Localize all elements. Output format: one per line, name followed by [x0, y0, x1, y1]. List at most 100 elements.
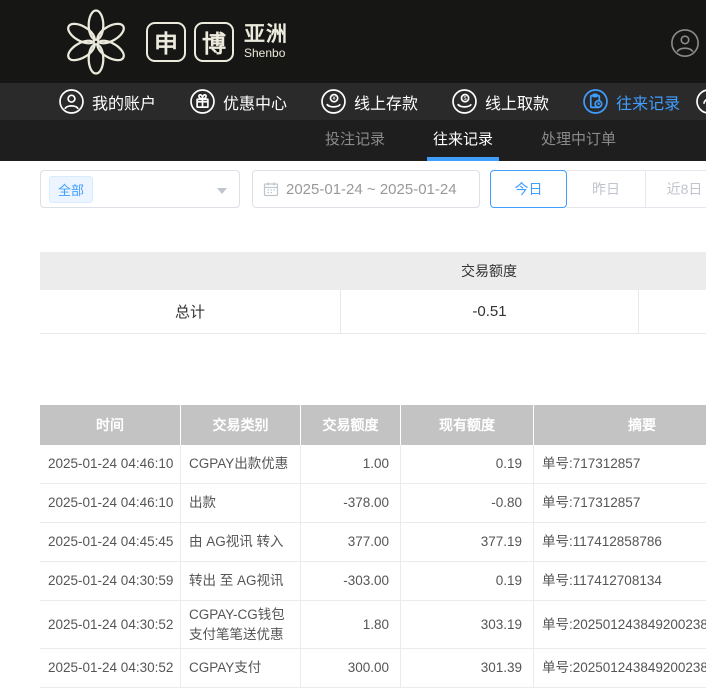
filter-bar: 全部 2025-01-24 ~ 2025-01-24 今日 昨日 近8日 — [40, 170, 706, 208]
logo-char: 博 — [202, 31, 226, 58]
cell-time: 2025-01-24 04:45:45 — [48, 534, 174, 550]
tab-label: 往来记录 — [432, 131, 493, 148]
nav-label: 线上取款 — [485, 95, 550, 113]
table-row: 2025-01-24 04:30:52 CGPAY-CG钱包支付笔笔送优惠 1.… — [40, 601, 706, 650]
quick-range-button-group: 昨日 近8日 — [567, 170, 706, 208]
account-icon[interactable] — [670, 28, 700, 58]
logo-latin: Shenbo — [244, 45, 286, 60]
transactions-table: 时间 交易类别 交易额度 现有额度 摘要 2025-01-24 04:46:10… — [40, 405, 706, 688]
nav-label: 往来记录 — [616, 95, 681, 113]
gift-icon — [190, 89, 215, 114]
top-header: 申 博 亚洲 Shenbo — [0, 0, 706, 83]
calendar-icon — [263, 182, 279, 197]
button-label: 今日 — [514, 181, 543, 197]
summary-table: 交易额度 总计 -0.51 — [40, 252, 706, 334]
col-header-note: 摘要 — [533, 405, 706, 445]
table-row: 2025-01-24 04:46:10 CGPAY出款优惠 1.00 0.19 … — [40, 445, 706, 484]
today-button[interactable]: 今日 — [490, 170, 567, 208]
summary-empty-cell — [638, 290, 706, 333]
summary-header-row: 交易额度 — [40, 252, 706, 290]
records-icon — [583, 89, 608, 114]
cell-amount: 1.00 — [300, 445, 400, 483]
tab-transaction-records[interactable]: 往来记录 — [426, 120, 499, 161]
tab-label: 投注记录 — [324, 131, 385, 148]
tab-pending-orders[interactable]: 处理中订单 — [535, 120, 622, 161]
table-row: 2025-01-24 04:30:59 转出 至 AG视讯 -303.00 0.… — [40, 562, 706, 601]
button-label: 近8日 — [666, 181, 703, 197]
table-row: 2025-01-24 04:46:10 出款 -378.00 -0.80 单号:… — [40, 484, 706, 523]
table-row: 2025-01-24 04:45:45 由 AG视讯 转入 377.00 377… — [40, 523, 706, 562]
deposit-icon: ¥ — [321, 89, 346, 114]
cell-balance: 377.19 — [400, 523, 533, 561]
cell-note: 单号:717312857 — [533, 445, 706, 483]
cell-balance: 303.19 — [400, 601, 533, 649]
cell-time: 2025-01-24 04:30:52 — [48, 616, 174, 632]
cell-balance: 301.39 — [400, 649, 533, 688]
partial-nav-icon[interactable] — [695, 88, 706, 115]
tab-label: 处理中订单 — [540, 131, 616, 148]
cell-note: 单号:202501243849200238 — [533, 649, 706, 688]
logo-char-box: 博 — [194, 21, 234, 62]
nav-label: 线上存款 — [354, 95, 419, 113]
chevron-down-icon — [217, 188, 227, 194]
nav-label: 我的账户 — [92, 95, 157, 113]
brand-logo[interactable]: 申 博 亚洲 Shenbo — [60, 6, 288, 78]
cell-time: 2025-01-24 04:46:10 — [48, 456, 174, 472]
summary-total-label: 总计 — [174, 304, 205, 321]
main-nav: 我的账户 优惠中心 ¥ 线上存款 $ 线上取款 往来记录 — [0, 83, 706, 120]
col-header-time: 时间 — [96, 417, 124, 433]
cell-balance: 0.19 — [400, 562, 533, 600]
summary-header-spacer — [40, 252, 340, 290]
date-range-value: 2025-01-24 ~ 2025-01-24 — [286, 180, 457, 198]
nav-item-deposit[interactable]: ¥ 线上存款 — [320, 88, 418, 115]
flower-logo-icon — [67, 8, 125, 75]
category-select[interactable]: 全部 — [40, 170, 240, 208]
cell-note: 单号:117412708134 — [533, 562, 706, 600]
summary-total-row: 总计 -0.51 — [40, 290, 706, 334]
cell-type: CGPAY-CG钱包支付笔笔送优惠 — [180, 601, 300, 649]
cell-amount: -378.00 — [300, 484, 400, 522]
cell-type: 出款 — [180, 484, 300, 522]
summary-total-value: -0.51 — [340, 290, 638, 333]
cell-note: 单号:717312857 — [533, 484, 706, 522]
logo-region: 亚洲 — [244, 22, 288, 46]
cell-balance: -0.80 — [400, 484, 533, 522]
cell-amount: 1.80 — [300, 601, 400, 649]
col-header-balance: 现有额度 — [400, 405, 533, 445]
withdraw-icon: $ — [452, 89, 477, 114]
nav-item-promotions[interactable]: 优惠中心 — [189, 88, 287, 115]
summary-header-spacer — [638, 252, 706, 290]
col-header-type: 交易类别 — [180, 405, 300, 445]
cell-amount: 300.00 — [300, 649, 400, 688]
cell-type: 由 AG视讯 转入 — [180, 523, 300, 561]
nav-item-transaction-records[interactable]: 往来记录 — [582, 88, 680, 115]
cell-amount: -303.00 — [300, 562, 400, 600]
col-header-amount: 交易额度 — [300, 405, 400, 445]
logo-char-box: 申 — [146, 21, 186, 62]
last-8-days-button[interactable]: 近8日 — [645, 171, 706, 207]
cell-balance: 0.19 — [400, 445, 533, 483]
cell-time: 2025-01-24 04:30:52 — [48, 660, 174, 676]
yesterday-button[interactable]: 昨日 — [567, 171, 645, 207]
table-row: 2025-01-24 04:30:52 CGPAY支付 300.00 301.3… — [40, 649, 706, 688]
nav-label: 优惠中心 — [223, 95, 288, 113]
button-label: 昨日 — [592, 181, 620, 197]
user-icon — [59, 89, 84, 114]
cell-type: CGPAY支付 — [180, 649, 300, 688]
date-range-input[interactable]: 2025-01-24 ~ 2025-01-24 — [252, 170, 480, 208]
cell-note: 单号:202501243849200238 — [533, 601, 706, 649]
nav-item-my-account[interactable]: 我的账户 — [58, 88, 156, 115]
cell-type: CGPAY出款优惠 — [180, 445, 300, 483]
sub-nav: 投注记录 往来记录 处理中订单 — [0, 120, 706, 161]
nav-item-withdraw[interactable]: $ 线上取款 — [451, 88, 549, 115]
table-header-row: 时间 交易类别 交易额度 现有额度 摘要 — [40, 405, 706, 445]
cell-note: 单号:117412858786 — [533, 523, 706, 561]
selected-category-tag: 全部 — [49, 175, 94, 203]
cell-time: 2025-01-24 04:46:10 — [48, 495, 174, 511]
cell-type: 转出 至 AG视讯 — [180, 562, 300, 600]
logo-char: 申 — [154, 31, 178, 58]
cell-time: 2025-01-24 04:30:59 — [48, 573, 174, 589]
summary-header-amount: 交易额度 — [461, 263, 517, 279]
cell-amount: 377.00 — [300, 523, 400, 561]
tab-betting-records[interactable]: 投注记录 — [319, 120, 391, 161]
